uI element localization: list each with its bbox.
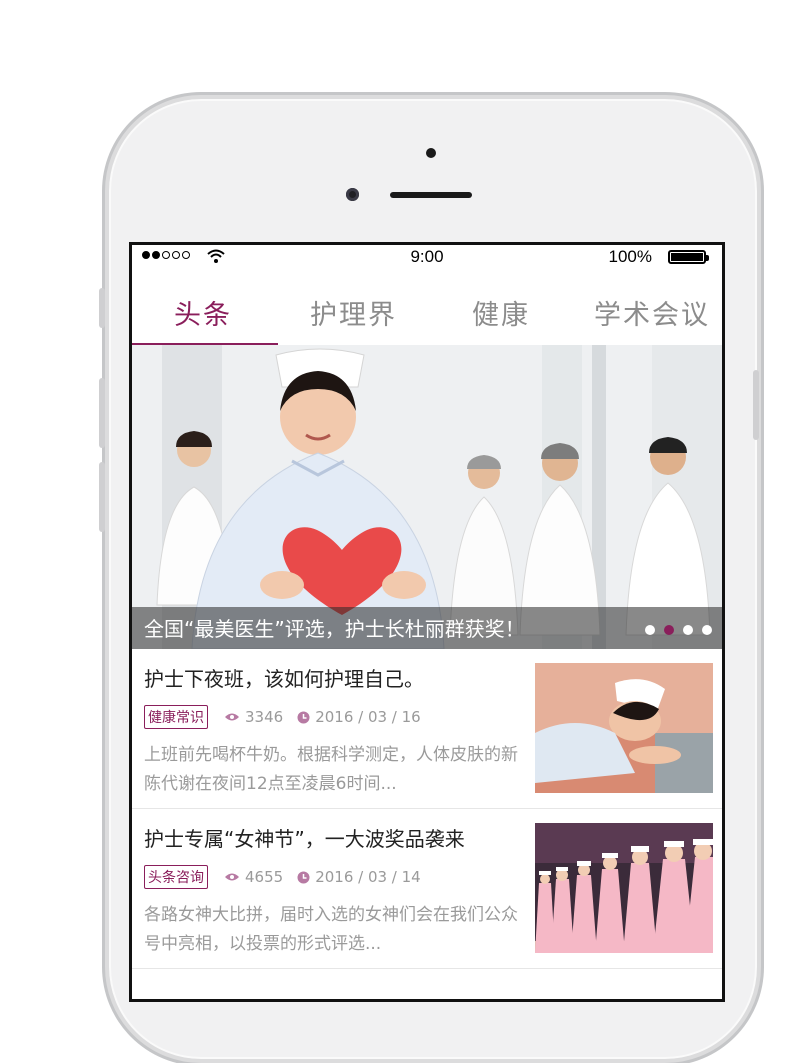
earpiece-speaker	[390, 192, 472, 198]
view-count: 4655	[245, 868, 284, 886]
view-count: 3346	[245, 708, 284, 726]
carousel-dot-active[interactable]	[664, 625, 674, 635]
category-tabs: 头条 护理界 健康 学术会议	[132, 281, 722, 347]
carousel-dot[interactable]	[683, 625, 693, 635]
front-sensor	[426, 148, 436, 158]
news-thumbnail[interactable]	[535, 663, 713, 793]
nurses-group-image	[535, 823, 713, 953]
news-title[interactable]: 护士专属“女神节”，一大波奖品袭来	[144, 823, 465, 852]
mute-switch	[99, 288, 105, 328]
news-thumbnail[interactable]	[535, 823, 713, 953]
banner-caption-bar: 全国“最美医生”评选，护士长杜丽群获奖！	[132, 607, 722, 649]
battery-percent: 100%	[608, 247, 652, 266]
news-summary: 各路女神大比拼，届时入选的女神们会在我们公众号中亮相，以投票的形式评选...	[144, 905, 518, 954]
banner-carousel[interactable]: 全国“最美医生”评选，护士长杜丽群获奖！	[132, 345, 722, 649]
news-meta: 头条咨询 4655 2016 / 03 / 14	[144, 865, 435, 889]
status-bar: 9:00 100%	[132, 245, 722, 271]
tab-health[interactable]: 健康	[472, 293, 530, 332]
carousel-dot[interactable]	[645, 625, 655, 635]
battery-icon	[668, 250, 709, 264]
news-title[interactable]: 护士下夜班，该如何护理自己。	[144, 663, 424, 692]
news-meta: 健康常识 3346 2016 / 03 / 16	[144, 705, 435, 729]
list-divider	[132, 968, 722, 969]
tab-headlines[interactable]: 头条	[174, 293, 232, 332]
category-tag[interactable]: 健康常识	[144, 705, 208, 729]
publish-date: 2016 / 03 / 14	[315, 868, 421, 886]
tab-nursing-world[interactable]: 护理界	[310, 293, 397, 332]
clock-icon	[297, 711, 310, 723]
banner-caption[interactable]: 全国“最美医生”评选，护士长杜丽群获奖！	[144, 613, 525, 642]
volume-up-button	[99, 378, 105, 448]
clock-icon	[297, 871, 310, 883]
carousel-dot[interactable]	[702, 625, 712, 635]
tab-academic-conferences[interactable]: 学术会议	[594, 293, 710, 332]
sleeping-nurse-image	[535, 663, 713, 793]
eye-icon	[225, 873, 239, 881]
power-button	[753, 370, 759, 440]
app-screen: 9:00 100% 头条 护理界 健康 学术会议 全国“最美医生”评选，护士长杜…	[129, 242, 725, 1002]
publish-date: 2016 / 03 / 16	[315, 708, 421, 726]
carousel-indicator	[645, 625, 712, 635]
banner-image	[132, 345, 722, 649]
category-tag[interactable]: 头条咨询	[144, 865, 208, 889]
news-item[interactable]: 护士下夜班，该如何护理自己。 健康常识 3346 2016 / 03 / 16 …	[132, 649, 722, 809]
front-camera	[346, 188, 359, 201]
news-item[interactable]: 护士专属“女神节”，一大波奖品袭来 头条咨询 4655 2016 / 03 / …	[132, 809, 722, 969]
news-summary: 上班前先喝杯牛奶。根据科学测定，人体皮肤的新陈代谢在夜间12点至凌晨6时间...	[144, 745, 518, 794]
eye-icon	[225, 713, 239, 721]
volume-down-button	[99, 462, 105, 532]
